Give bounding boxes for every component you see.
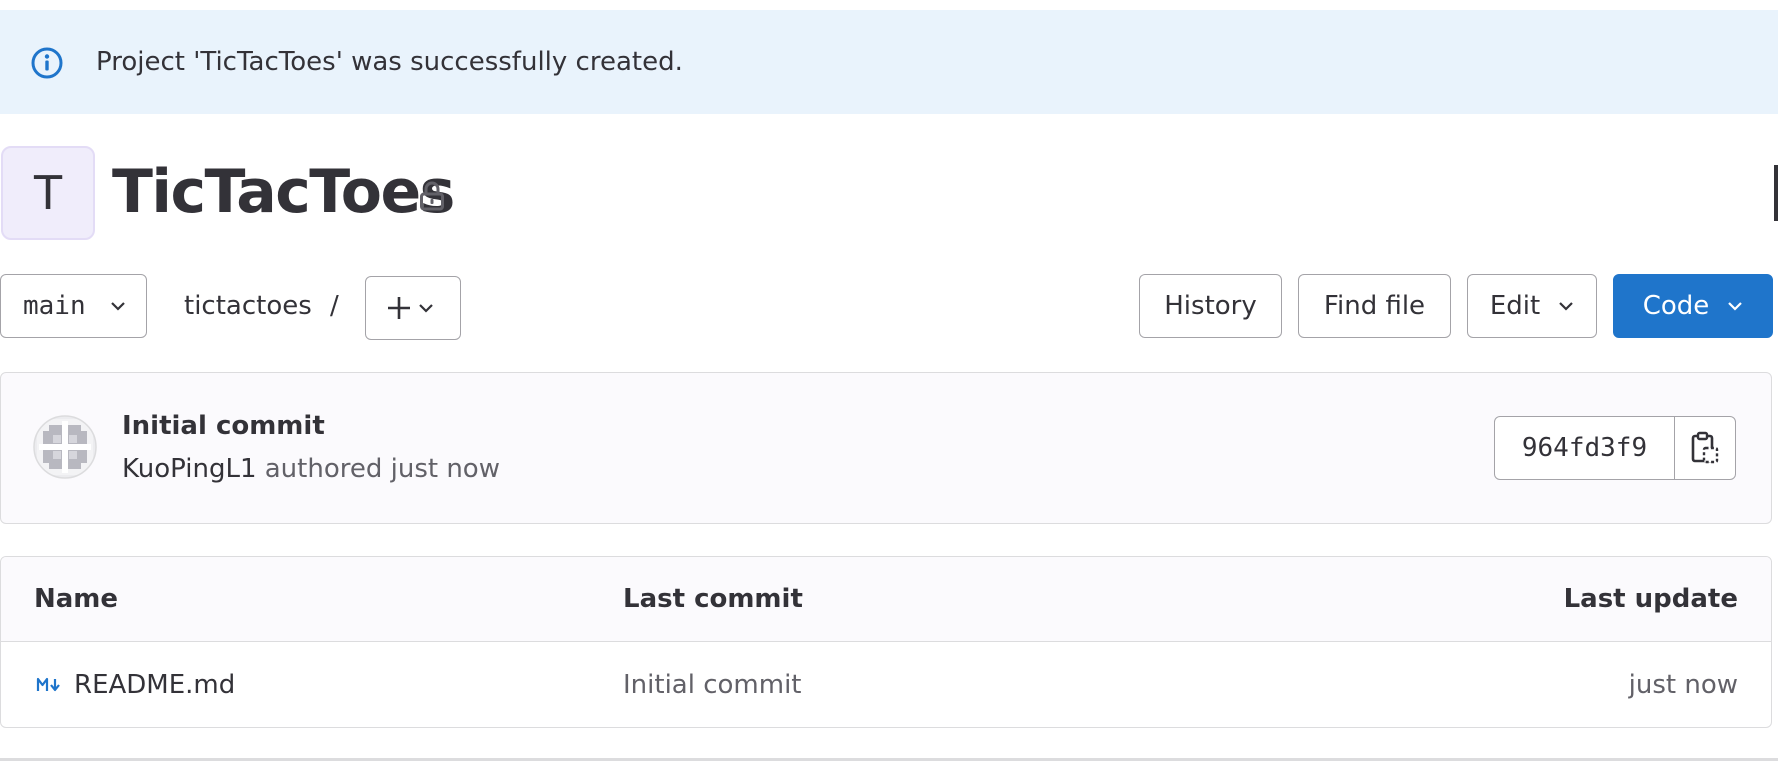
code-label: Code — [1642, 291, 1710, 321]
section-divider — [0, 758, 1778, 761]
file-table: Name Last commit Last update README.md I… — [0, 556, 1772, 728]
commit-author-line: KuoPingL1 authored just now — [122, 451, 500, 487]
file-name-link[interactable]: README.md — [74, 643, 235, 727]
commit-sha-group: 964fd3f9 — [1494, 416, 1736, 480]
commit-title[interactable]: Initial commit — [122, 408, 325, 444]
copy-to-clipboard-icon — [1691, 431, 1719, 464]
code-dropdown-button[interactable]: Code — [1613, 274, 1773, 338]
flash-banner: Project 'TicTacToes' was successfully cr… — [0, 10, 1778, 114]
author-avatar[interactable] — [33, 415, 97, 479]
commit-authored-time: authored just now — [264, 454, 500, 484]
commit-sha-button[interactable]: 964fd3f9 — [1495, 417, 1675, 479]
file-last-update: just now — [1628, 670, 1738, 700]
branch-name: main — [23, 291, 86, 321]
page-edge-divider — [1774, 165, 1778, 221]
branch-selector[interactable]: main — [0, 274, 147, 338]
lock-icon — [420, 181, 444, 211]
flash-message: Project 'TicTacToes' was successfully cr… — [96, 47, 683, 77]
breadcrumb-separator: / — [330, 291, 339, 321]
column-header-last-commit: Last commit — [623, 584, 803, 614]
file-table-header: Name Last commit Last update — [1, 557, 1771, 642]
info-circle-icon — [31, 47, 63, 79]
edit-label: Edit — [1489, 291, 1541, 321]
markdown-icon — [36, 677, 60, 692]
find-file-button[interactable]: Find file — [1298, 274, 1451, 338]
column-header-last-update: Last update — [1563, 584, 1738, 614]
copy-sha-button[interactable] — [1675, 417, 1735, 479]
table-row[interactable]: README.md Initial commit just now — [1, 643, 1771, 727]
file-last-commit-link[interactable]: Initial commit — [623, 643, 801, 727]
chevron-down-icon — [111, 302, 125, 311]
chevron-down-icon — [419, 304, 433, 313]
chevron-down-icon — [1728, 302, 1743, 311]
project-avatar[interactable]: T — [1, 146, 95, 240]
chevron-down-icon — [1559, 302, 1573, 311]
project-title: TicTacToes — [112, 157, 455, 227]
column-header-name: Name — [34, 584, 119, 614]
commit-author[interactable]: KuoPingL1 — [122, 454, 256, 484]
plus-icon — [388, 297, 410, 319]
add-to-tree-button[interactable] — [365, 276, 461, 340]
breadcrumb-path[interactable]: tictactoes — [184, 274, 312, 338]
edit-dropdown-button[interactable]: Edit — [1467, 274, 1597, 338]
history-button[interactable]: History — [1139, 274, 1282, 338]
